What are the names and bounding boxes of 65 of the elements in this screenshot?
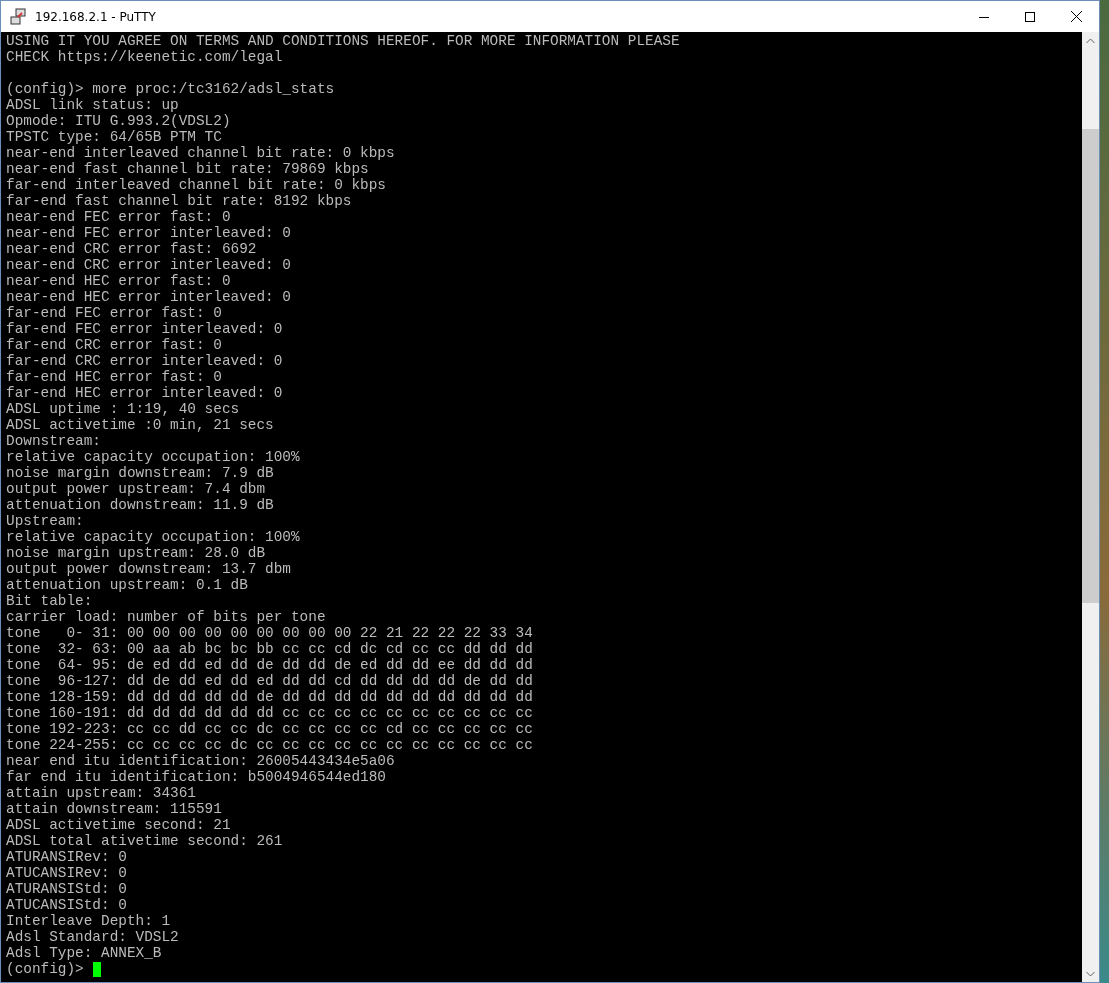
terminal-line: far-end HEC error fast: 0 bbox=[6, 369, 223, 385]
scrollbar-thumb[interactable] bbox=[1082, 129, 1099, 603]
terminal-line: far-end HEC error interleaved: 0 bbox=[6, 385, 284, 401]
terminal-line: attain downstream: 115591 bbox=[6, 801, 223, 817]
terminal-line: TPSTC type: 64/65B PTM TC bbox=[6, 129, 223, 145]
text-cursor bbox=[92, 961, 101, 977]
terminal-line: (config)> more proc:/tc3162/adsl_stats bbox=[6, 81, 336, 97]
terminal-line: far-end interleaved channel bit rate: 0 kbps bbox=[6, 177, 387, 193]
terminal-line: ATURANSIRev: 0 bbox=[6, 849, 128, 865]
terminal-line: tone 96-127: dd de dd ed dd ed dd dd cd dd dd dd dd de dd dd bbox=[6, 673, 534, 689]
terminal-line: tone 0- 31: 00 00 00 00 00 00 00 00 00 22 21 22 22 22 33 34 bbox=[6, 625, 534, 641]
terminal-line: Interleave Depth: 1 bbox=[6, 913, 172, 929]
terminal-line: CHECK https://keenetic.com/legal bbox=[6, 49, 284, 65]
terminal-line: output power upstream: 7.4 dbm bbox=[6, 481, 267, 497]
terminal-line: Adsl Standard: VDSL2 bbox=[6, 929, 180, 945]
terminal-line: tone 64- 95: de ed dd ed dd de dd dd de ed dd dd ee dd dd dd bbox=[6, 657, 534, 673]
terminal-line: ATUCANSIStd: 0 bbox=[6, 897, 128, 913]
terminal-line: ADSL activetime second: 21 bbox=[6, 817, 232, 833]
terminal-line: noise margin upstream: 28.0 dB bbox=[6, 545, 267, 561]
terminal-line: near-end fast channel bit rate: 79869 kbps bbox=[6, 161, 370, 177]
terminal-line: carrier load: number of bits per tone bbox=[6, 609, 327, 625]
terminal-line: near-end FEC error fast: 0 bbox=[6, 209, 232, 225]
close-icon bbox=[1070, 11, 1082, 22]
terminal-line: tone 160-191: dd dd dd dd dd dd cc cc cc cc cc cc cc cc cc cc bbox=[6, 705, 534, 721]
maximize-icon bbox=[1025, 11, 1035, 22]
terminal-line: noise margin downstream: 7.9 dB bbox=[6, 465, 275, 481]
command-prompt: (config)> bbox=[6, 961, 84, 977]
terminal-line: near-end HEC error interleaved: 0 bbox=[6, 289, 292, 305]
terminal-line: Upstream: bbox=[6, 513, 85, 529]
terminal-line: far-end fast channel bit rate: 8192 kbps bbox=[6, 193, 353, 209]
terminal-line: ADSL link status: up bbox=[6, 97, 180, 113]
terminal-line: near-end interleaved channel bit rate: 0 kbps bbox=[6, 145, 396, 161]
terminal-line: near-end CRC error fast: 6692 bbox=[6, 241, 258, 257]
terminal-line: ADSL activetime :0 min, 21 secs bbox=[6, 417, 275, 433]
terminal-line: near-end CRC error interleaved: 0 bbox=[6, 257, 292, 273]
terminal-line: far end itu identification: b5004946544ed180 bbox=[6, 769, 387, 785]
terminal-line: far-end FEC error fast: 0 bbox=[6, 305, 223, 321]
terminal-line: relative capacity occupation: 100% bbox=[6, 529, 301, 545]
terminal-line: ATUCANSIRev: 0 bbox=[6, 865, 128, 881]
terminal-line: far-end CRC error interleaved: 0 bbox=[6, 353, 284, 369]
terminal-line: tone 32- 63: 00 aa ab bc bc bb cc cc cd dc cd cc cc dd dd dd bbox=[6, 641, 534, 657]
terminal-line: USING IT YOU AGREE ON TERMS AND CONDITIONS HEREOF. FOR MORE INFORMATION PLEASE bbox=[6, 33, 681, 49]
terminal-line: Adsl Type: ANNEX_B bbox=[6, 945, 163, 961]
terminal-line: relative capacity occupation: 100% bbox=[6, 449, 301, 465]
terminal-line: far-end CRC error fast: 0 bbox=[6, 337, 223, 353]
terminal-line: tone 192-223: cc cc dd cc cc dc cc cc cc cc cd cc cc cc cc cc bbox=[6, 721, 534, 737]
terminal-line: tone 224-255: cc cc cc cc dc cc cc cc cc cc cc cc cc cc cc cc bbox=[6, 737, 534, 753]
terminal-line: near-end HEC error fast: 0 bbox=[6, 273, 232, 289]
terminal-line: ATURANSIStd: 0 bbox=[6, 881, 128, 897]
window-title: 192.168.2.1 - PuTTY bbox=[35, 9, 156, 24]
terminal-line: output power downstream: 13.7 dbm bbox=[6, 561, 292, 577]
scrollbar[interactable] bbox=[1082, 32, 1099, 982]
terminal-line: ADSL uptime : 1:19, 40 secs bbox=[6, 401, 241, 417]
terminal-line: ADSL total ativetime second: 261 bbox=[6, 833, 284, 849]
terminal-line: tone 128-159: dd dd dd dd dd de dd dd dd dd dd dd dd dd dd dd bbox=[6, 689, 534, 705]
terminal-line: Downstream: bbox=[6, 433, 102, 449]
terminal-line: far-end FEC error interleaved: 0 bbox=[6, 321, 284, 337]
terminal-line: near-end FEC error interleaved: 0 bbox=[6, 225, 292, 241]
terminal-line: attain upstream: 34361 bbox=[6, 785, 197, 801]
putty-icon bbox=[9, 7, 27, 26]
terminal-line: near end itu identification: 26005443434e5a06 bbox=[6, 753, 396, 769]
terminal-line: Bit table: bbox=[6, 593, 94, 609]
terminal-line: attenuation upstream: 0.1 dB bbox=[6, 577, 249, 593]
terminal-line: attenuation downstream: 11.9 dB bbox=[6, 497, 275, 513]
terminal-line: Opmode: ITU G.993.2(VDSL2) bbox=[6, 113, 232, 129]
